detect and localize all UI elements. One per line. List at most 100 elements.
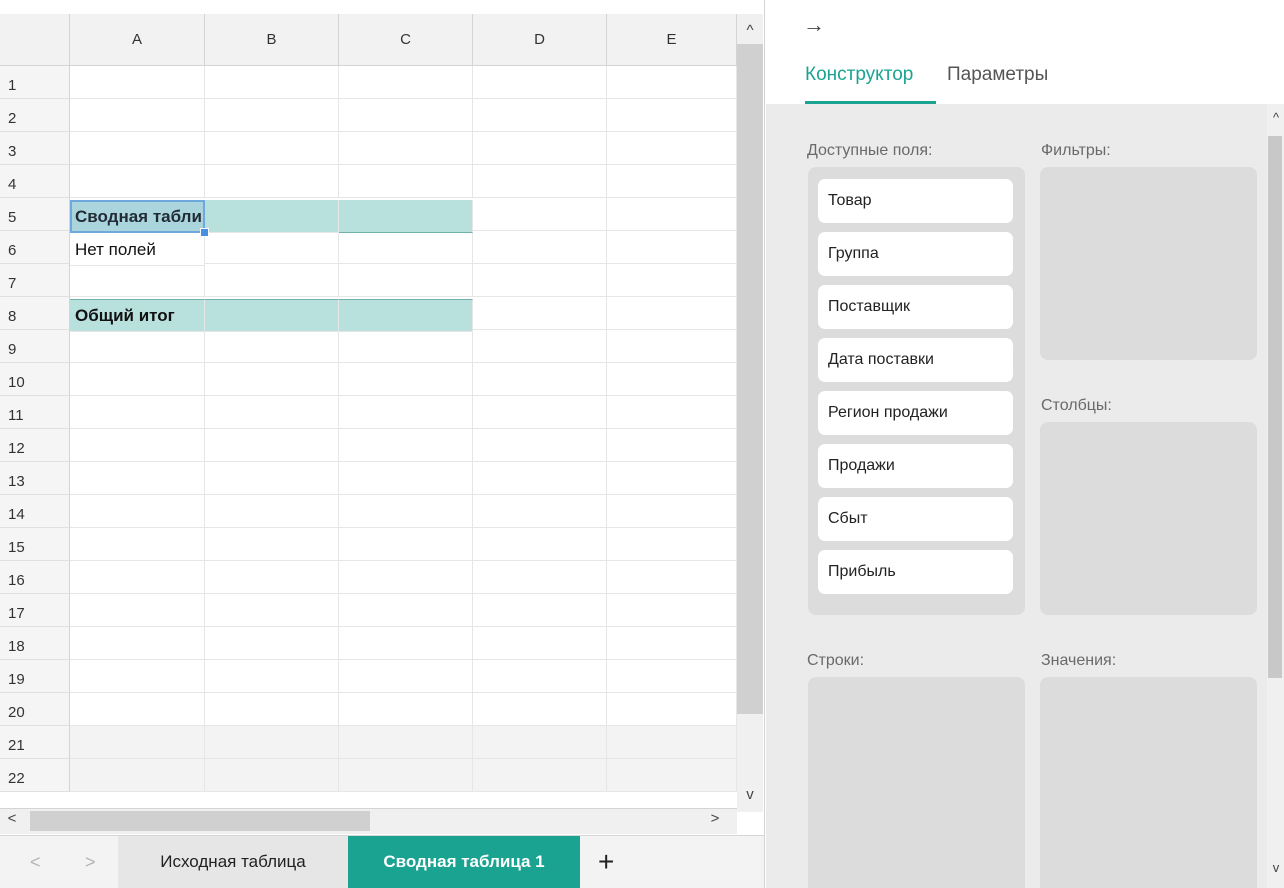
- cell[interactable]: [339, 99, 473, 132]
- cell[interactable]: [205, 660, 339, 693]
- scroll-up-icon[interactable]: ^: [740, 22, 760, 39]
- cell[interactable]: [473, 264, 607, 297]
- next-sheet-icon[interactable]: >: [85, 852, 96, 873]
- sheet-tab-source[interactable]: Исходная таблица: [118, 836, 348, 888]
- field-item-postavshchik[interactable]: Поставщик: [818, 285, 1013, 329]
- cell[interactable]: [339, 462, 473, 495]
- cell-a8[interactable]: Общий итог: [70, 299, 205, 332]
- cell[interactable]: [607, 495, 737, 528]
- cell[interactable]: [473, 363, 607, 396]
- cell[interactable]: [339, 264, 473, 297]
- cell[interactable]: [70, 429, 205, 462]
- cell[interactable]: [607, 66, 737, 99]
- cell[interactable]: [607, 429, 737, 462]
- sheet-tab-pivot[interactable]: Сводная таблица 1: [348, 836, 580, 888]
- cell[interactable]: [607, 99, 737, 132]
- cell[interactable]: [339, 594, 473, 627]
- cell[interactable]: [70, 165, 205, 198]
- cell[interactable]: [339, 528, 473, 561]
- cell[interactable]: [205, 462, 339, 495]
- cell[interactable]: [339, 429, 473, 462]
- cell[interactable]: [205, 264, 339, 297]
- cell[interactable]: [70, 693, 205, 726]
- cell[interactable]: [70, 330, 205, 363]
- cell[interactable]: [205, 429, 339, 462]
- cell[interactable]: [473, 495, 607, 528]
- cell[interactable]: [339, 363, 473, 396]
- cell[interactable]: [607, 165, 737, 198]
- collapse-panel-icon[interactable]: →: [803, 12, 825, 38]
- fill-handle[interactable]: [200, 228, 209, 237]
- cell[interactable]: [70, 495, 205, 528]
- cell[interactable]: [339, 231, 473, 264]
- row-header-8[interactable]: 8: [0, 297, 70, 330]
- cell-c8[interactable]: [339, 299, 473, 332]
- cell[interactable]: [339, 66, 473, 99]
- field-item-data-postavki[interactable]: Дата поставки: [818, 338, 1013, 382]
- row-header-17[interactable]: 17: [0, 594, 70, 627]
- cell[interactable]: [607, 132, 737, 165]
- tab-constructor[interactable]: Конструктор: [805, 64, 913, 86]
- cell[interactable]: [607, 297, 737, 330]
- row-header-5[interactable]: 5: [0, 198, 70, 231]
- cell-c5[interactable]: [339, 200, 473, 233]
- cell[interactable]: [339, 165, 473, 198]
- cell[interactable]: [473, 165, 607, 198]
- row-header-13[interactable]: 13: [0, 462, 70, 495]
- cell[interactable]: [473, 132, 607, 165]
- cell[interactable]: [339, 132, 473, 165]
- row-header-4[interactable]: 4: [0, 165, 70, 198]
- cell[interactable]: [205, 594, 339, 627]
- column-header-d[interactable]: D: [473, 14, 607, 66]
- vertical-scroll-thumb[interactable]: [737, 44, 763, 714]
- row-header-22[interactable]: 22: [0, 759, 70, 792]
- cell[interactable]: [205, 726, 339, 759]
- filters-drop-zone[interactable]: [1040, 167, 1257, 360]
- cell[interactable]: [473, 198, 607, 231]
- row-header-9[interactable]: 9: [0, 330, 70, 363]
- cell[interactable]: [607, 726, 737, 759]
- cell[interactable]: [205, 561, 339, 594]
- column-header-b[interactable]: B: [205, 14, 339, 66]
- row-header-15[interactable]: 15: [0, 528, 70, 561]
- row-header-19[interactable]: 19: [0, 660, 70, 693]
- cell[interactable]: [339, 759, 473, 792]
- horizontal-scroll-thumb[interactable]: [30, 811, 370, 831]
- cell[interactable]: [607, 528, 737, 561]
- select-all-corner[interactable]: [0, 14, 70, 66]
- cell[interactable]: [339, 693, 473, 726]
- cell[interactable]: [70, 66, 205, 99]
- cell[interactable]: [473, 462, 607, 495]
- cell[interactable]: [70, 627, 205, 660]
- cell[interactable]: [473, 759, 607, 792]
- cell[interactable]: [607, 594, 737, 627]
- cell[interactable]: [339, 726, 473, 759]
- rows-drop-zone[interactable]: [808, 677, 1025, 888]
- cell[interactable]: [607, 759, 737, 792]
- row-header-12[interactable]: 12: [0, 429, 70, 462]
- cell[interactable]: [205, 495, 339, 528]
- cell[interactable]: [473, 726, 607, 759]
- cell[interactable]: [607, 330, 737, 363]
- scroll-right-icon[interactable]: >: [705, 810, 725, 827]
- row-header-11[interactable]: 11: [0, 396, 70, 429]
- cell[interactable]: [473, 297, 607, 330]
- field-item-region-prodazhi[interactable]: Регион продажи: [818, 391, 1013, 435]
- field-item-pribyl[interactable]: Прибыль: [818, 550, 1013, 594]
- cell[interactable]: [205, 693, 339, 726]
- cell[interactable]: [607, 363, 737, 396]
- cell[interactable]: [473, 330, 607, 363]
- cell[interactable]: [473, 693, 607, 726]
- cell[interactable]: [473, 429, 607, 462]
- cell[interactable]: [607, 264, 737, 297]
- row-header-6[interactable]: 6: [0, 231, 70, 264]
- cell[interactable]: [339, 495, 473, 528]
- cell[interactable]: [473, 627, 607, 660]
- cell[interactable]: [70, 462, 205, 495]
- cell[interactable]: [607, 660, 737, 693]
- field-item-tovar[interactable]: Товар: [818, 179, 1013, 223]
- row-header-18[interactable]: 18: [0, 627, 70, 660]
- row-header-21[interactable]: 21: [0, 726, 70, 759]
- cell[interactable]: [607, 627, 737, 660]
- cell[interactable]: [205, 66, 339, 99]
